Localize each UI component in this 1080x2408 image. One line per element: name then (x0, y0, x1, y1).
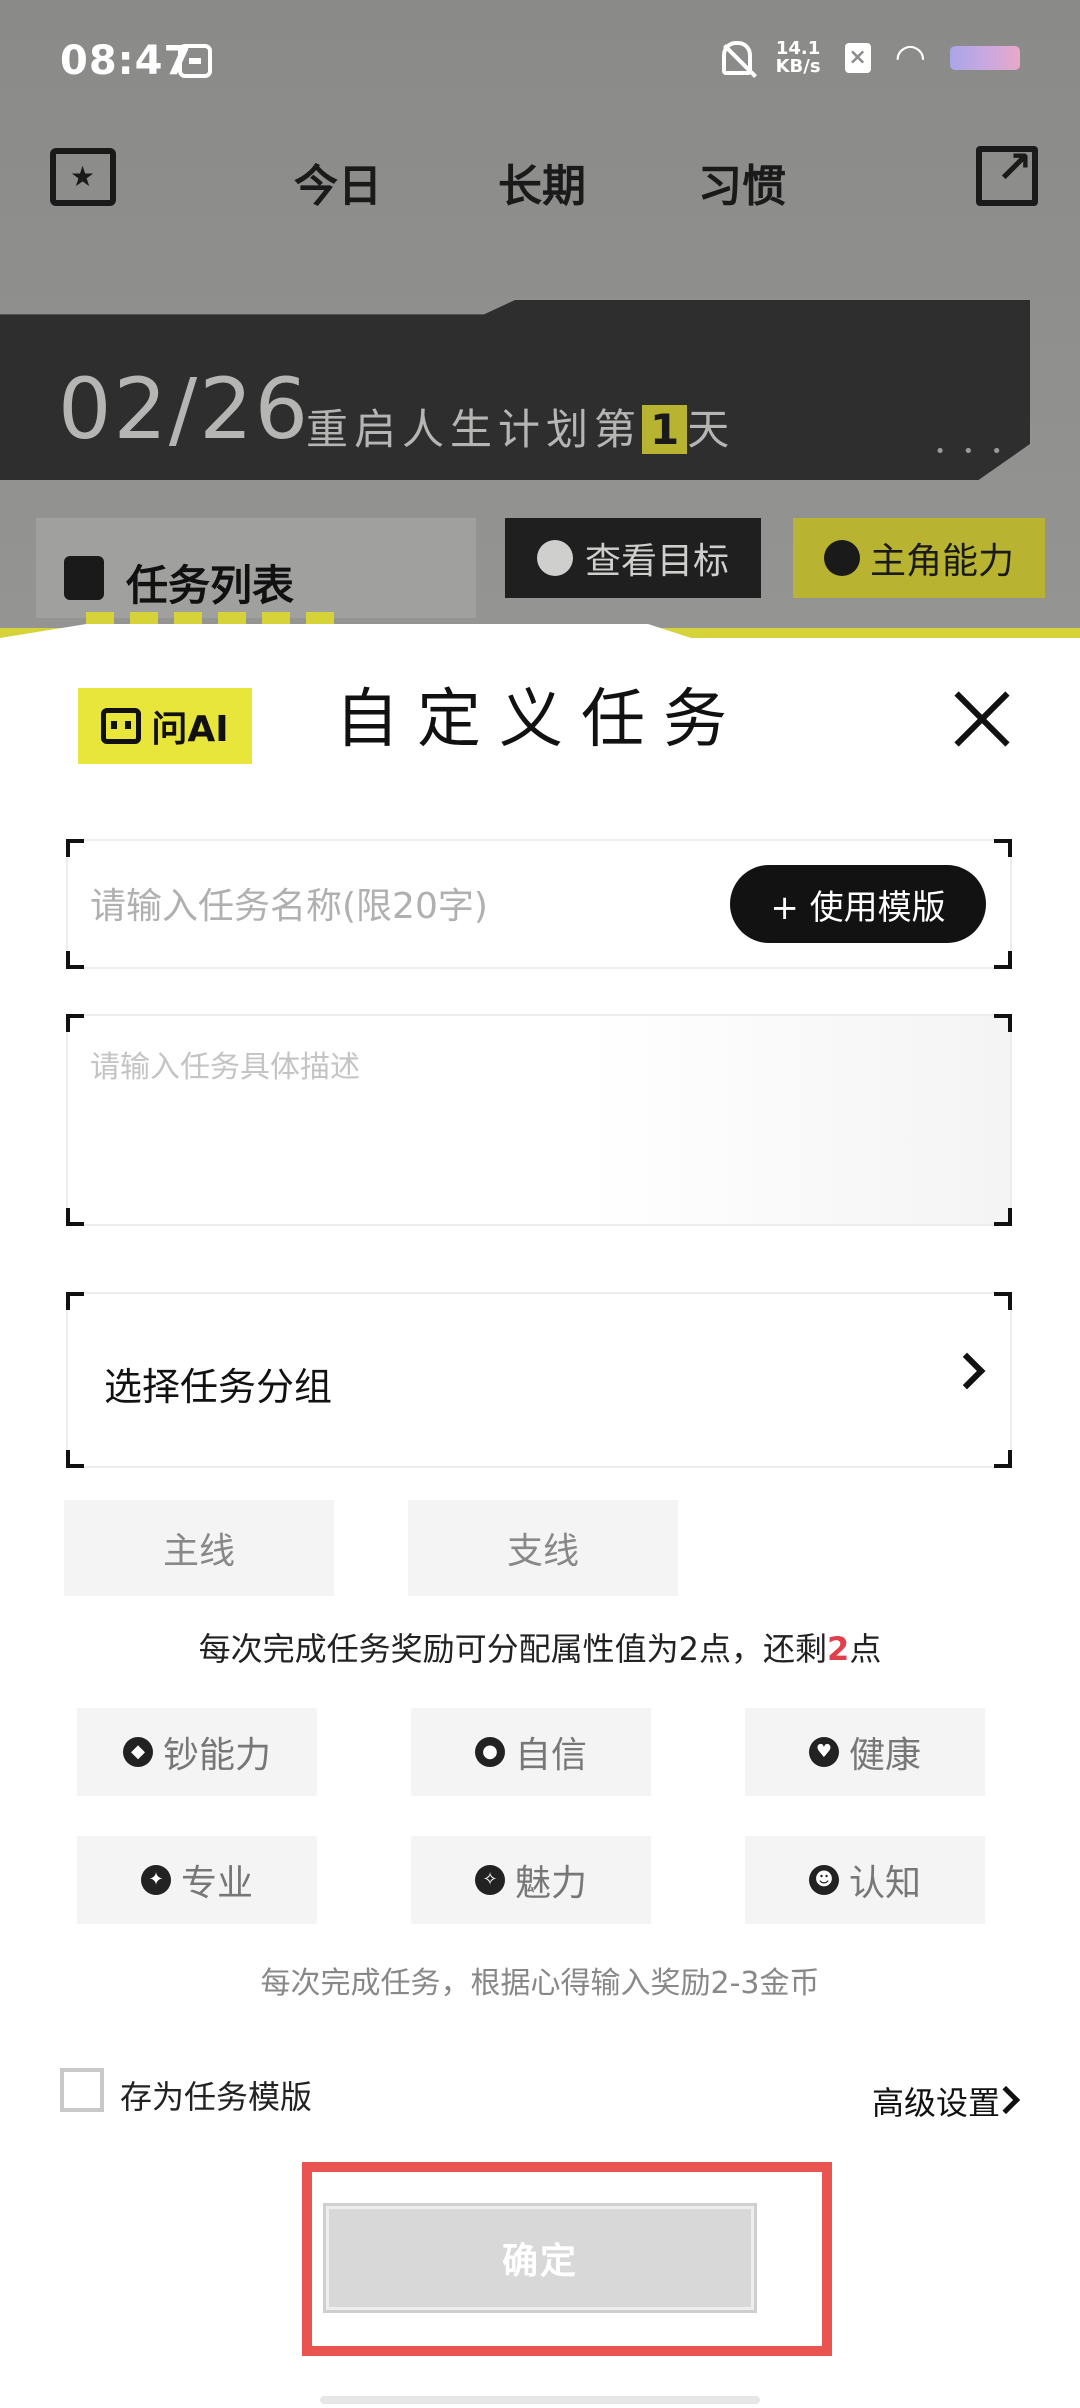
main-line-option[interactable]: 主线 (64, 1500, 334, 1596)
corner-bracket (994, 1014, 1012, 1032)
attribute-label: 健康 (848, 1735, 921, 1776)
task-list-title: 任务列表 (126, 561, 295, 610)
confirm-button[interactable]: 确定 (323, 2203, 757, 2313)
lightbulb-icon: ● (474, 1737, 505, 1767)
status-icons: 14.1 KB/s × ◠ (721, 37, 1020, 78)
corner-bracket (66, 1208, 84, 1226)
attribute-charm[interactable]: ✧ 魅力 (411, 1836, 651, 1924)
corner-bracket (994, 1208, 1012, 1226)
battery-icon (950, 46, 1020, 70)
task-group-label: 选择任务分组 (104, 1365, 333, 1409)
task-group-selector[interactable]: 选择任务分组 (66, 1292, 1012, 1468)
corner-bracket (66, 1292, 84, 1310)
tab-habits[interactable]: 习惯 (698, 150, 786, 214)
home-indicator (320, 2396, 760, 2404)
close-icon[interactable] (950, 688, 1014, 752)
save-template-label: 存为任务模版 (120, 2078, 313, 2116)
coin-reward-hint: 每次完成任务，根据心得输入奖励2-3金币 (260, 1966, 820, 2001)
tab-today[interactable]: 今日 (290, 150, 386, 214)
banner-dots-decoration: • • • (934, 441, 1008, 462)
attribute-cognition[interactable]: ☻ 认知 (745, 1836, 985, 1924)
attribute-professional[interactable]: ✦ 专业 (77, 1836, 317, 1924)
reward-hint-prefix: 每次完成任务奖励可分配属性值为2点，还剩 (198, 1630, 828, 1668)
task-name-input[interactable] (90, 877, 730, 935)
abilities-button[interactable]: 主角能力 (793, 518, 1045, 598)
corner-bracket (66, 951, 84, 969)
attribute-label: 专业 (180, 1863, 253, 1904)
corner-bracket (994, 951, 1012, 969)
attribute-confidence[interactable]: ● 自信 (411, 1708, 651, 1796)
attribute-health[interactable]: ♥ 健康 (745, 1708, 985, 1796)
brain-head-icon: ☻ (808, 1865, 839, 1895)
plan-banner: 02/26 重启人生计划第 1 天 • • • (0, 300, 1030, 480)
tab-long-term[interactable]: 长期 (498, 150, 586, 214)
attribute-label: 自信 (514, 1735, 587, 1776)
banner-text: 重启人生计划第 1 天 (306, 396, 735, 457)
task-description-input[interactable] (90, 1042, 990, 1202)
share-icon[interactable] (976, 142, 1038, 206)
reward-hint: 每次完成任务奖励可分配属性值为2点，还剩2点 (0, 1624, 1080, 1670)
task-description-field (66, 1014, 1012, 1226)
view-goals-label: 查看目标 (584, 541, 729, 582)
top-nav: 今日 长期 习惯 (0, 130, 1080, 230)
bell-off-icon (721, 41, 752, 75)
compass-icon: ✦ (140, 1865, 171, 1895)
custom-task-modal: 问AI 自定义任务 + 使用模版 选择任务分组 主线 支线 每次完成任务奖励可分… (0, 624, 1080, 2408)
checklist-icon (64, 556, 104, 600)
diamond-icon: ◆ (122, 1737, 153, 1767)
side-line-option[interactable]: 支线 (408, 1500, 678, 1596)
banner-date: 02/26 (58, 360, 311, 458)
corner-bracket (66, 1450, 84, 1468)
banner-text-suffix: 天 (687, 405, 736, 454)
attribute-label: 魅力 (514, 1863, 587, 1904)
network-speed: 14.1 KB/s (776, 40, 821, 76)
medal-icon (823, 540, 860, 576)
target-icon (536, 540, 573, 576)
corner-bracket (66, 839, 84, 857)
advanced-settings-link[interactable]: 高级设置 (872, 2078, 1000, 2124)
reward-hint-suffix: 点 (849, 1630, 882, 1668)
notification-app-icon (178, 44, 212, 78)
reward-remaining-points: 2 (827, 1630, 850, 1668)
heart-pulse-icon: ♥ (808, 1737, 839, 1767)
status-time: 08:47 (60, 38, 193, 84)
task-list-header: 任务列表 (36, 518, 476, 618)
network-speed-unit: KB/s (775, 56, 821, 77)
corner-bracket (994, 1292, 1012, 1310)
modal-title: 自定义任务 (335, 683, 745, 757)
view-goals-button[interactable]: 查看目标 (505, 518, 761, 598)
attribute-money[interactable]: ◆ 钞能力 (77, 1708, 317, 1796)
attribute-label: 认知 (848, 1863, 921, 1904)
corner-bracket (994, 1450, 1012, 1468)
background-app: 08:47 14.1 KB/s × ◠ 今日 长期 习惯 02/26 重启人生计… (0, 0, 1080, 700)
favorites-folder-icon[interactable] (50, 148, 116, 206)
wifi-icon: ◠ (894, 37, 926, 78)
banner-day-number: 1 (642, 405, 688, 454)
sim-off-icon: × (844, 43, 871, 73)
save-template-checkbox[interactable] (60, 2068, 104, 2112)
use-template-button[interactable]: + 使用模版 (730, 865, 986, 943)
task-name-field: + 使用模版 (66, 839, 1012, 969)
abilities-label: 主角能力 (869, 541, 1014, 582)
attribute-label: 钞能力 (162, 1735, 271, 1776)
corner-bracket (994, 839, 1012, 857)
banner-text-prefix: 重启人生计划第 (306, 405, 643, 454)
chevron-right-icon (948, 1352, 986, 1390)
corner-bracket (66, 1014, 84, 1032)
magic-wand-icon: ✧ (474, 1865, 505, 1895)
status-bar: 08:47 14.1 KB/s × ◠ (0, 0, 1080, 120)
